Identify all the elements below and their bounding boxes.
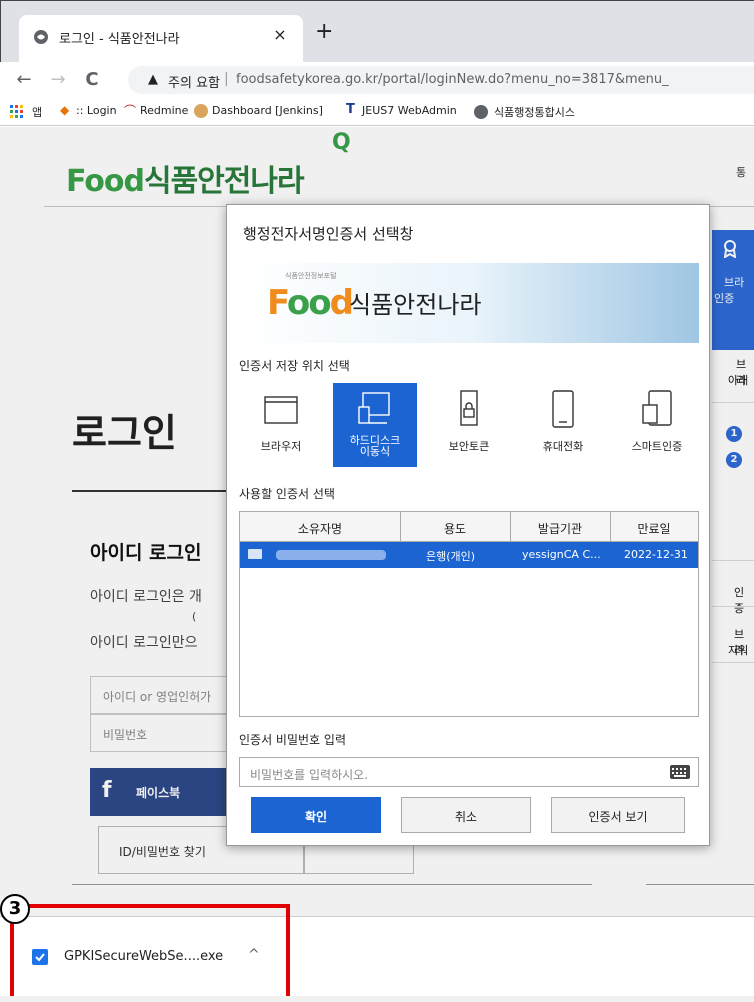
view-certificate-label: 인증서 보기 [588, 810, 648, 824]
certificate-icon [248, 549, 262, 559]
globe-icon [474, 105, 488, 119]
media-hard-disk-label: 하드디스크 이동식 [349, 434, 401, 458]
browser-window-icon [264, 396, 298, 424]
column-expiry[interactable]: 만료일 [610, 520, 698, 537]
storage-media-row: 브라우저 하드디스크 이동식 보안토큰 휴대전화 스마트인증 [239, 383, 699, 467]
owner-name-redacted [276, 550, 386, 560]
certificate-table: 소유자명 용도 발급기관 만료일 은행(개인) yessignCA C... 2… [239, 511, 699, 717]
tab-strip: 로그인 - 식품안전나라 × + [0, 0, 754, 63]
banner-site-name: 식품안전나라 [349, 291, 482, 319]
cancel-button[interactable]: 취소 [401, 797, 531, 833]
dialog-title: 행정전자서명인증서 선택창 [243, 225, 414, 243]
table-header: 소유자명 용도 발급기관 만료일 [240, 512, 698, 542]
address-bar[interactable]: ▲ 주의 요함 | foodsafetykorea.go.kr/portal/l… [128, 66, 754, 94]
reload-button[interactable]: C [80, 68, 104, 92]
back-button[interactable]: ← [12, 68, 36, 92]
security-token-icon [460, 390, 478, 426]
column-issuer[interactable]: 발급기관 [510, 520, 610, 537]
login-icon: ◆ [60, 103, 70, 117]
cell-issuer: yessignCA C... [522, 548, 601, 561]
apps-grid-icon[interactable] [10, 105, 24, 119]
confirm-button[interactable]: 확인 [251, 797, 381, 833]
browser-toolbar: ← → C ▲ 주의 요함 | foodsafetykorea.go.kr/po… [0, 62, 754, 98]
status-strip [0, 996, 754, 1002]
callout-highlight-box [10, 904, 290, 1002]
view-certificate-button[interactable]: 인증서 보기 [551, 797, 685, 833]
redmine-icon: ⌒ [124, 104, 137, 118]
jenkins-icon [194, 104, 208, 118]
new-tab-button[interactable]: + [315, 21, 333, 43]
url-text[interactable]: foodsafetykorea.go.kr/portal/loginNew.do… [236, 72, 669, 87]
media-browser-label: 브라우저 [260, 440, 302, 453]
bookmark-jeus[interactable]: JEUS7 WebAdmin [362, 104, 457, 117]
close-icon[interactable]: × [269, 25, 291, 44]
callout-number-badge: 3 [0, 894, 30, 924]
jeus-icon: T [346, 102, 355, 117]
bookmark-jenkins[interactable]: Dashboard [Jenkins] [212, 104, 323, 117]
cert-password-input[interactable]: 비밀번호를 입력하시오. [239, 757, 699, 787]
dialog-banner: 식품안전정보포털 Food 식품안전나라 [239, 263, 699, 343]
cell-usage: 은행(개인) [426, 550, 476, 563]
cert-password-placeholder: 비밀번호를 입력하시오. [250, 768, 369, 782]
media-mobile-label: 휴대전화 [542, 440, 584, 453]
mobile-phone-icon [552, 390, 574, 428]
bookmark-login[interactable]: :: Login [76, 104, 117, 117]
media-smart-auth[interactable]: 스마트인증 [615, 383, 699, 467]
tab-title: 로그인 - 식품안전나라 [59, 32, 180, 47]
banner-logo: Food [267, 283, 354, 323]
table-row[interactable]: 은행(개인) yessignCA C... 2022-12-31 [240, 542, 698, 568]
hard-disk-removable-icon [358, 392, 390, 424]
confirm-button-label: 확인 [304, 810, 328, 824]
cert-password-label: 인증서 비밀번호 입력 [239, 733, 346, 747]
banner-logo-f: F [267, 283, 289, 323]
media-browser[interactable]: 브라우저 [239, 383, 323, 467]
warning-icon[interactable]: ▲ [148, 72, 158, 87]
bookmark-redmine[interactable]: Redmine [140, 104, 188, 117]
media-security-token[interactable]: 보안토큰 [427, 383, 511, 467]
media-mobile[interactable]: 휴대전화 [521, 383, 605, 467]
banner-logo-oo: oo [286, 283, 332, 323]
cell-expiry: 2022-12-31 [624, 548, 688, 561]
bookmark-food-admin[interactable]: 식품행정통합시스 [494, 104, 575, 120]
keyboard-icon[interactable] [670, 765, 690, 779]
media-hard-disk[interactable]: 하드디스크 이동식 [333, 383, 417, 467]
globe-icon [34, 30, 48, 44]
bookmark-apps[interactable]: 앱 [32, 104, 42, 120]
storage-location-label: 인증서 저장 위치 선택 [239, 359, 350, 373]
bookmarks-bar: 앱 ◆ :: Login ⌒ Redmine Dashboard [Jenkin… [0, 98, 754, 126]
certificate-select-label: 사용할 인증서 선택 [239, 487, 335, 501]
security-warning-text[interactable]: 주의 요함 [168, 72, 220, 91]
media-security-token-label: 보안토큰 [448, 440, 490, 453]
column-usage[interactable]: 용도 [400, 520, 510, 537]
certificate-dialog: 행정전자서명인증서 선택창 식품안전정보포털 Food 식품안전나라 인증서 저… [226, 204, 710, 846]
banner-caption: 식품안전정보포털 [285, 272, 337, 280]
url-separator: | [224, 71, 229, 87]
cancel-button-label: 취소 [454, 810, 478, 824]
media-smart-auth-label: 스마트인증 [631, 440, 683, 453]
smart-auth-icon [642, 390, 672, 426]
column-owner[interactable]: 소유자명 [240, 520, 400, 537]
forward-button[interactable]: → [46, 68, 70, 92]
tab-login[interactable]: 로그인 - 식품안전나라 × [19, 15, 303, 63]
